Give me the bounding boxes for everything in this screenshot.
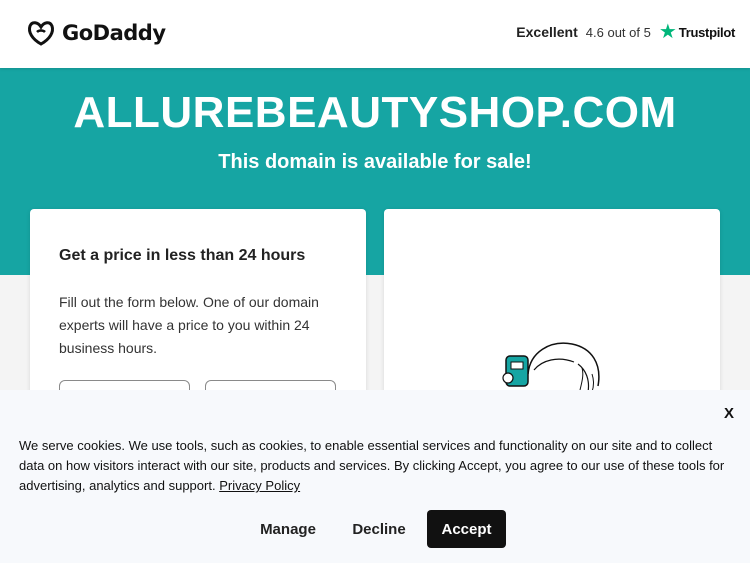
cookie-banner: X We serve cookies. We use tools, such a…	[0, 390, 750, 563]
person-with-phone-illustration	[502, 342, 600, 393]
price-card-body: Fill out the form below. One of our doma…	[59, 294, 319, 356]
decline-button[interactable]: Decline	[342, 510, 416, 548]
price-card-heading: Get a price in less than 24 hours	[59, 247, 306, 264]
brand-name: GoDaddy	[62, 21, 166, 45]
accept-button[interactable]: Accept	[427, 510, 506, 548]
cookie-message: We serve cookies. We use tools, such as …	[19, 436, 739, 496]
trustpilot-star-icon: ★	[658, 21, 677, 43]
privacy-policy-link[interactable]: Privacy Policy	[219, 478, 300, 493]
manage-button[interactable]: Manage	[249, 510, 327, 548]
price-request-card: Get a price in less than 24 hours Fill o…	[30, 209, 366, 414]
trustpilot-label: Trustpilot	[678, 24, 736, 40]
site-header: GoDaddy Excellent 4.6 out of 5 ★ Trustpi…	[0, 0, 750, 68]
godaddy-logo-icon	[28, 21, 54, 46]
cookie-message-text: We serve cookies. We use tools, such as …	[19, 438, 725, 493]
for-sale-subtitle: This domain is available for sale!	[218, 151, 532, 173]
trustpilot-rating[interactable]: Excellent 4.6 out of 5 ★ Trustpilot	[516, 21, 736, 43]
rating-score: 4.6 out of 5	[585, 24, 651, 40]
godaddy-logo[interactable]: GoDaddy	[26, 19, 166, 47]
domain-title: ALLUREBEAUTYSHOP.COM	[73, 88, 677, 137]
illustration-card	[384, 209, 720, 409]
cookie-close-button[interactable]: X	[724, 405, 734, 422]
rating-word: Excellent	[516, 24, 578, 40]
